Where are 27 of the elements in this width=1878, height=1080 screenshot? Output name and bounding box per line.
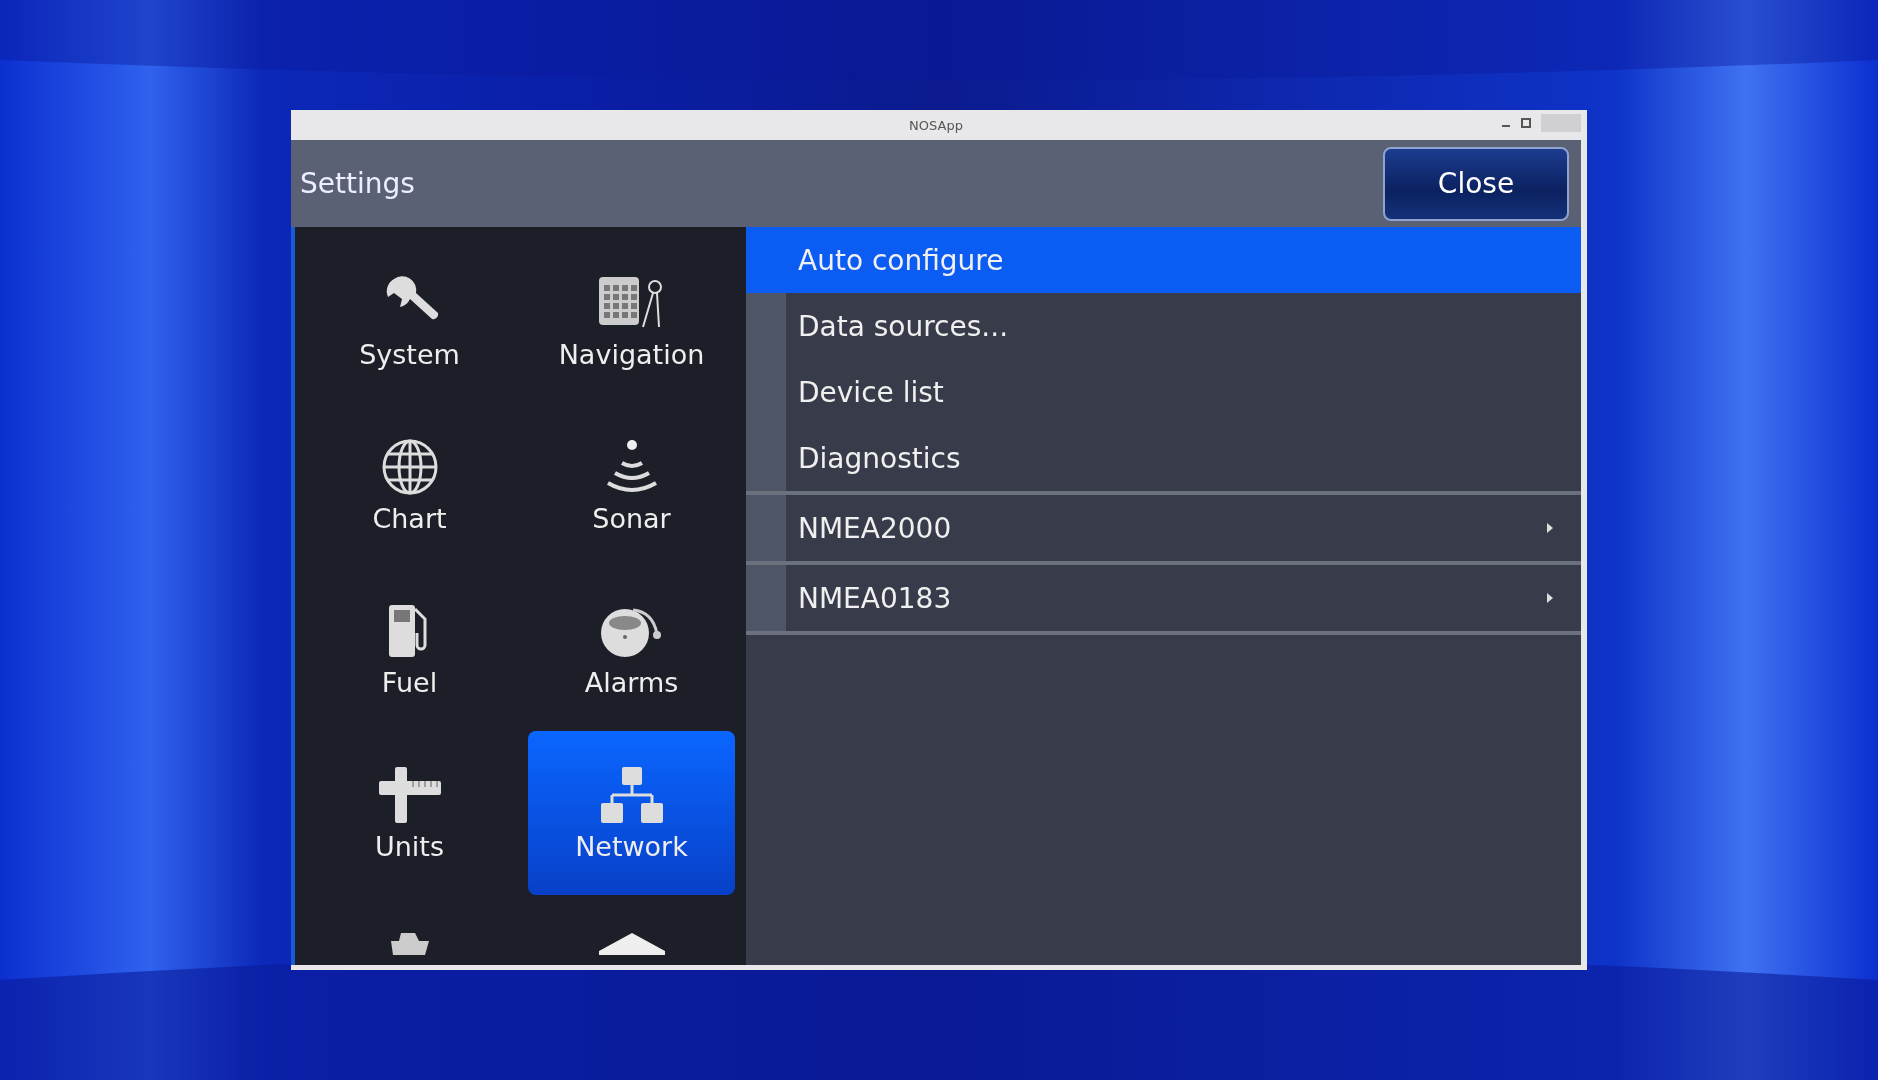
network-icon — [598, 764, 665, 825]
row-marker — [746, 495, 786, 561]
row-marker — [746, 293, 786, 359]
menu-item[interactable]: Data sources... — [746, 293, 1581, 359]
maximize-icon[interactable] — [1521, 118, 1531, 128]
sidebar-item[interactable]: System — [306, 239, 513, 403]
row-marker — [746, 565, 786, 631]
sidebar-item[interactable]: Chart — [306, 403, 513, 567]
close-button[interactable]: Close — [1383, 146, 1569, 221]
sidebar-item[interactable]: Alarms — [528, 567, 735, 731]
menu-item[interactable]: NMEA0183 — [746, 565, 1581, 631]
diamond-icon — [598, 933, 665, 955]
window-title: NOSApp — [909, 117, 963, 133]
header-title: Settings — [300, 167, 415, 200]
menu-item[interactable]: Diagnostics — [746, 425, 1581, 491]
sidebar-item[interactable]: Sonar — [528, 403, 735, 567]
menu-item[interactable]: Device list — [746, 359, 1581, 425]
sidebar-item[interactable]: Navigation — [528, 239, 735, 403]
chevron-right-icon — [1547, 593, 1553, 603]
row-marker — [746, 425, 786, 491]
chevron-right-icon — [1547, 523, 1553, 533]
ruler-icon — [376, 764, 443, 825]
menu-item[interactable]: Auto configure — [746, 227, 1581, 293]
sidebar-item[interactable]: Units — [306, 731, 513, 895]
menu-item[interactable]: NMEA2000 — [746, 495, 1581, 561]
sidebar-item[interactable]: Fuel — [306, 567, 513, 731]
sidebar-item[interactable]: Network — [528, 731, 735, 895]
